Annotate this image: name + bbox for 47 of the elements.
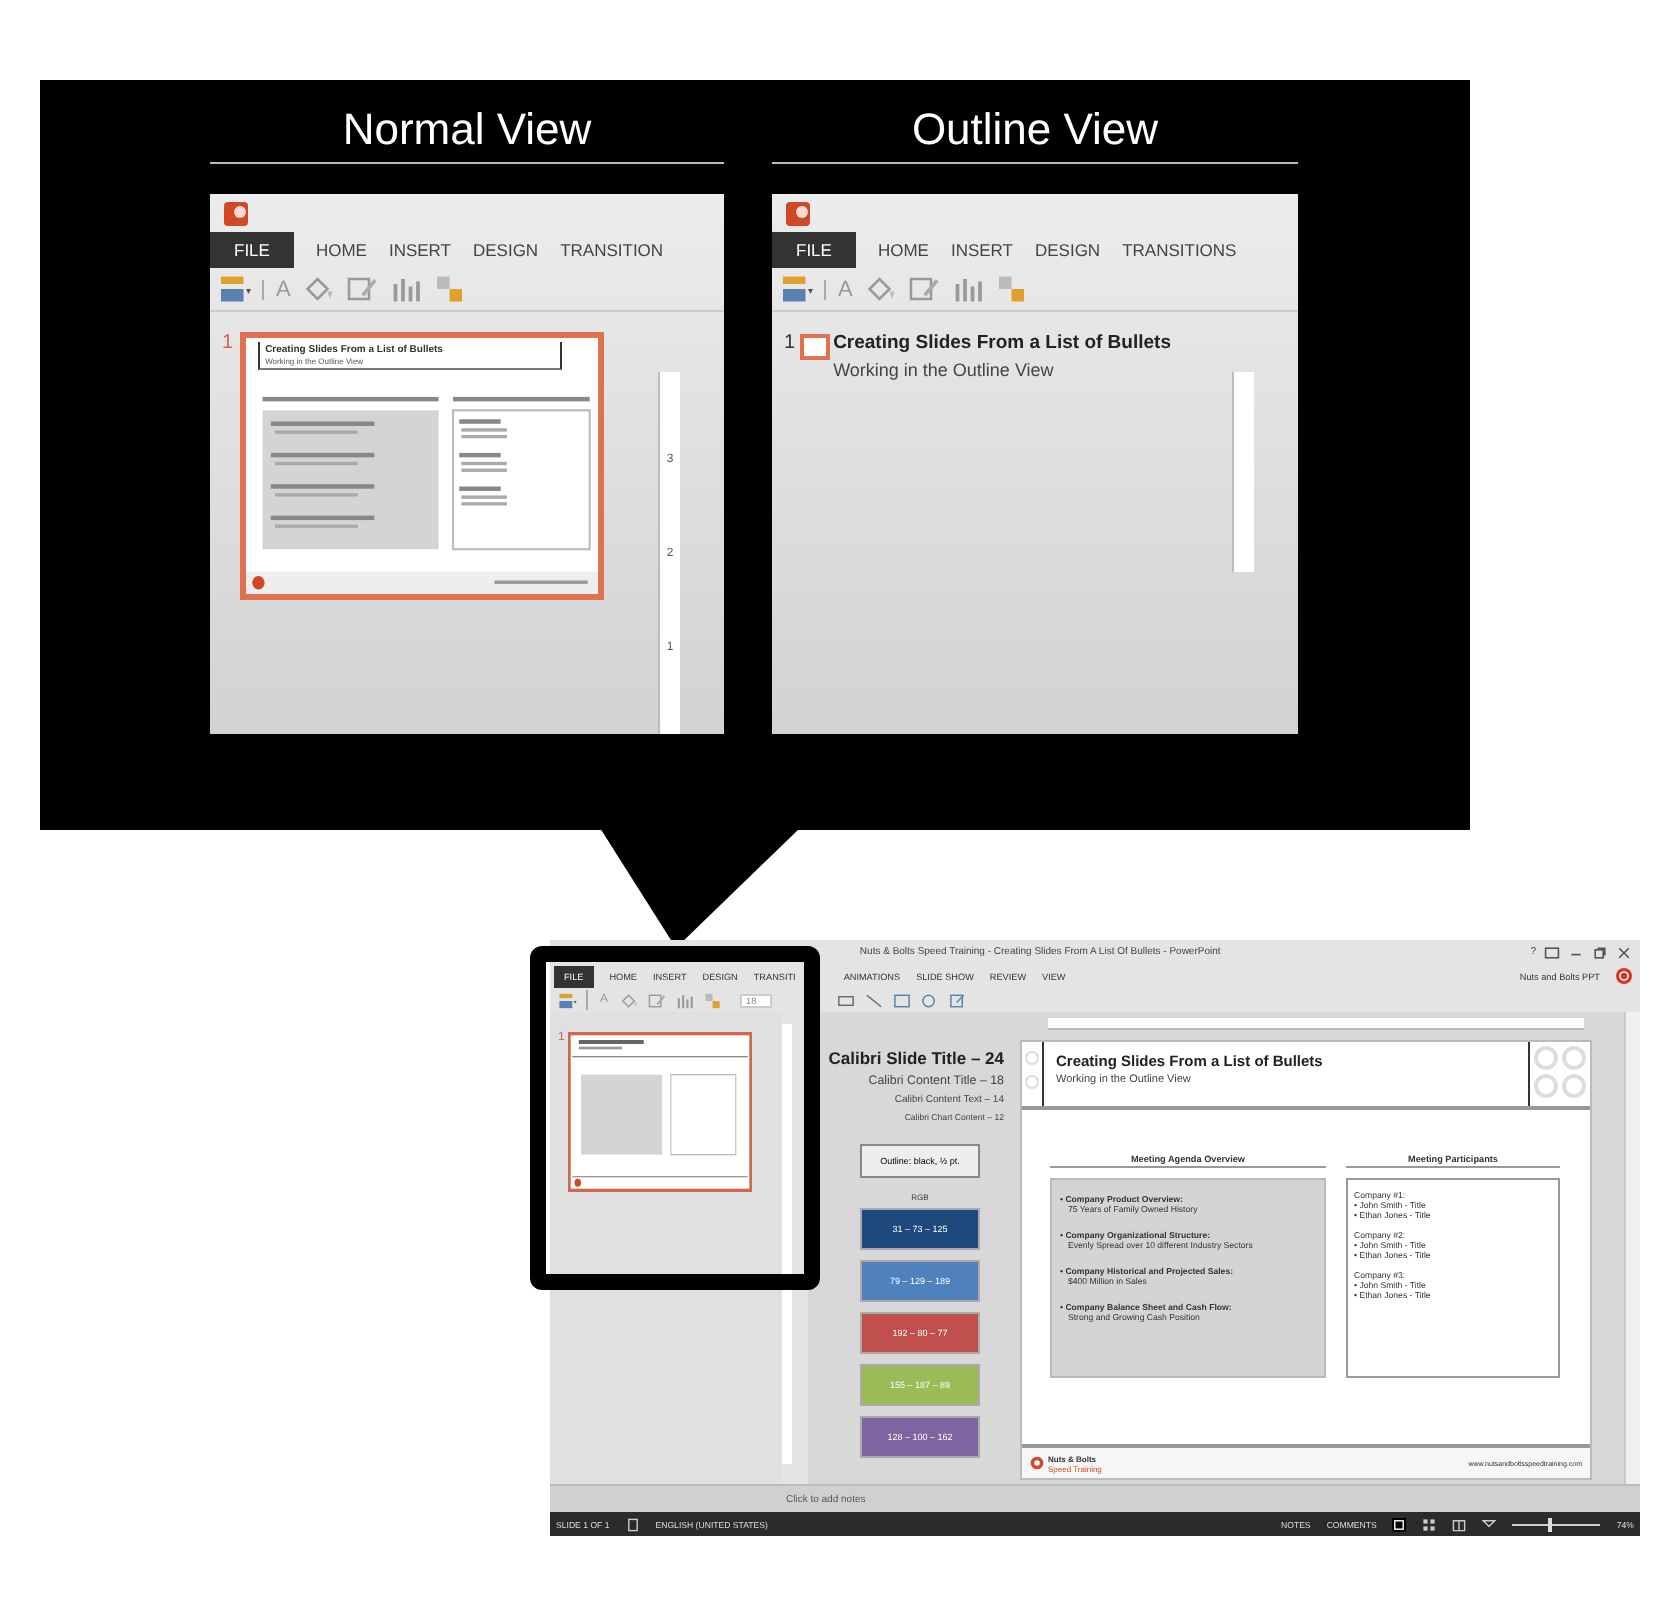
ribbon-options-icon[interactable]: [1544, 945, 1560, 959]
ribbon-tab[interactable]: HOME: [877, 240, 929, 260]
close-icon[interactable]: [1616, 945, 1632, 959]
layout-icon[interactable]: [780, 274, 816, 304]
shapes-icon[interactable]: [704, 991, 725, 1009]
ribbon-tab[interactable]: FILE: [210, 232, 294, 268]
ribbon-tab[interactable]: FILE: [772, 232, 856, 268]
ribbon-tab[interactable]: TRANSITIONS: [1122, 240, 1237, 260]
ribbon-tab[interactable]: DESIGN: [472, 240, 539, 260]
restore-icon[interactable]: [1592, 945, 1608, 959]
pencil-icon[interactable]: [908, 274, 945, 304]
outline-title[interactable]: Creating Slides From a List of Bullets: [833, 332, 1171, 354]
view-heading: Normal View: [210, 104, 724, 164]
app-logo-icon: [784, 200, 812, 228]
normal-view-icon[interactable]: [1392, 1517, 1407, 1531]
layout-icon[interactable]: [558, 991, 578, 1009]
grid-view-icon[interactable]: [1422, 1517, 1437, 1531]
ribbon-tab[interactable]: INSERT: [388, 240, 451, 260]
slide-number: 1: [784, 332, 796, 354]
slide-icon: [799, 334, 830, 360]
slide-number: 1: [222, 332, 234, 354]
bars-icon[interactable]: [676, 991, 697, 1009]
ribbon-tab[interactable]: INSERT: [950, 240, 1013, 260]
view-heading: Outline View: [772, 104, 1298, 164]
edit-icon[interactable]: [948, 991, 969, 1009]
scrollbar[interactable]: [1624, 1012, 1640, 1484]
slideshow-icon[interactable]: [1482, 1517, 1497, 1531]
pencil-icon[interactable]: [648, 991, 669, 1009]
spellcheck-icon[interactable]: [625, 1517, 640, 1531]
paint-bucket-icon[interactable]: [620, 991, 641, 1009]
slide-thumbnail[interactable]: [568, 1032, 753, 1192]
logo-icon: [1030, 1456, 1044, 1470]
layout-icon[interactable]: [218, 274, 254, 304]
ribbon-tab[interactable]: TRANSITION: [560, 240, 664, 260]
pencil-icon[interactable]: [346, 274, 383, 304]
pattern-drawing: [1530, 1042, 1590, 1102]
app-logo-icon: [222, 200, 250, 228]
font-note: Calibri Slide Title – 24: [828, 1048, 1006, 1068]
rectangle-icon[interactable]: [836, 991, 857, 1009]
book-icon[interactable]: [1452, 1517, 1467, 1531]
outline-subtitle[interactable]: Working in the Outline View: [833, 360, 1171, 380]
ribbon-tab[interactable]: HOME: [315, 240, 367, 260]
text-box-icon[interactable]: [892, 991, 913, 1009]
avatar-icon[interactable]: [1616, 968, 1632, 984]
line-icon[interactable]: [864, 991, 885, 1009]
shapes-icon[interactable]: [920, 991, 941, 1009]
ribbon-tab[interactable]: DESIGN: [1034, 240, 1101, 260]
